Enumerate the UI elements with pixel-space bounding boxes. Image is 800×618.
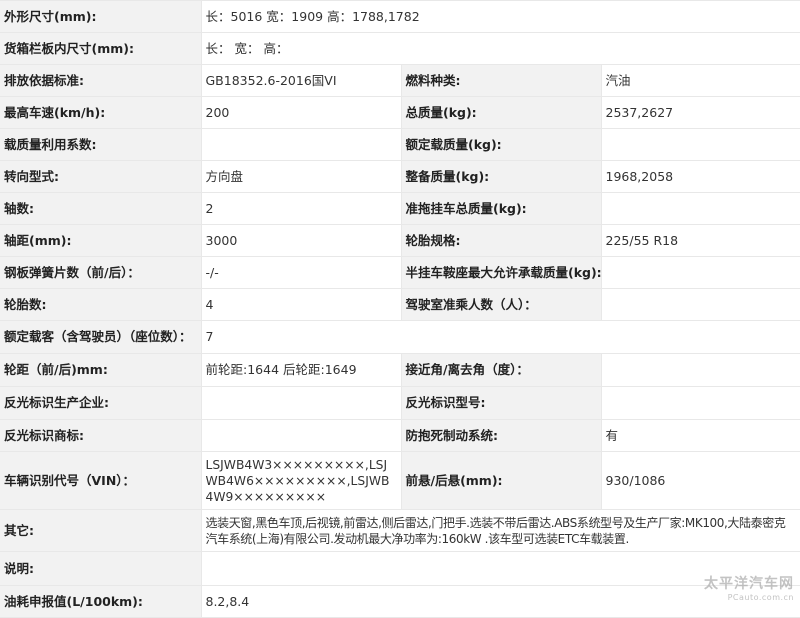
spec-label: 防抱死制动系统: bbox=[401, 419, 602, 452]
table-row: 载质量利用系数: 额定载质量(kg): bbox=[0, 128, 800, 161]
spec-label: 最高车速(km/h): bbox=[0, 96, 202, 129]
spec-value: 200 bbox=[201, 96, 402, 129]
spec-value: 8.2,8.4 bbox=[201, 585, 800, 618]
spec-value: 汽油 bbox=[601, 64, 800, 97]
vin-value: LSJWB4W3×××××××××,LSJWB4W6×××××××××,LSJW… bbox=[201, 451, 402, 510]
spec-value: 4 bbox=[201, 288, 402, 321]
spec-label: 货箱栏板内尺寸(mm): bbox=[0, 32, 202, 65]
table-row: 其它: 选装天窗,黑色车顶,后视镜,前雷达,侧后雷达,门把手.选装不带后雷达.A… bbox=[0, 509, 800, 552]
table-row: 轮距（前/后)mm: 前轮距:1644 后轮距:1649 接近角/离去角（度）： bbox=[0, 353, 800, 387]
spec-value: 长：5016 宽：1909 高：1788,1782 bbox=[201, 0, 800, 33]
spec-label: 额定载客（含驾驶员）（座位数）： bbox=[0, 320, 202, 354]
remark-value: 选装天窗,黑色车顶,后视镜,前雷达,侧后雷达,门把手.选装不带后雷达.ABS系统… bbox=[201, 509, 800, 552]
spec-label: 外形尺寸(mm): bbox=[0, 0, 202, 33]
spec-value: 3000 bbox=[201, 224, 402, 257]
spec-label: 轮距（前/后)mm: bbox=[0, 353, 202, 387]
table-row: 额定载客（含驾驶员）（座位数）： 7 bbox=[0, 320, 800, 354]
spec-label: 反光标识型号: bbox=[401, 386, 602, 420]
spec-value: 2 bbox=[201, 192, 402, 225]
spec-label: 驾驶室准乘人数（人）： bbox=[401, 288, 602, 321]
spec-label: 准拖挂车总质量(kg): bbox=[401, 192, 602, 225]
spec-value: 前轮距:1644 后轮距:1649 bbox=[201, 353, 402, 387]
spec-label: 轮胎规格: bbox=[401, 224, 602, 257]
spec-label: 车辆识别代号（VIN）： bbox=[0, 451, 202, 510]
table-row: 转向型式: 方向盘 整备质量(kg): 1968,2058 bbox=[0, 160, 800, 193]
spec-value bbox=[601, 353, 800, 387]
spec-value: 有 bbox=[601, 419, 800, 452]
spec-label: 轴数: bbox=[0, 192, 202, 225]
spec-value: -/- bbox=[201, 256, 402, 289]
spec-value: 1968,2058 bbox=[601, 160, 800, 193]
table-row: 排放依据标准: GB18352.6-2016国VI 燃料种类: 汽油 bbox=[0, 64, 800, 97]
spec-value bbox=[601, 128, 800, 161]
spec-label: 额定载质量(kg): bbox=[401, 128, 602, 161]
table-row: 最高车速(km/h): 200 总质量(kg): 2537,2627 bbox=[0, 96, 800, 129]
table-row: 说明: bbox=[0, 551, 800, 586]
spec-value bbox=[601, 386, 800, 420]
table-row: 轴数: 2 准拖挂车总质量(kg): bbox=[0, 192, 800, 225]
spec-label: 轴距(mm): bbox=[0, 224, 202, 257]
spec-value bbox=[201, 386, 402, 420]
spec-label: 转向型式: bbox=[0, 160, 202, 193]
spec-value bbox=[601, 192, 800, 225]
spec-label: 载质量利用系数: bbox=[0, 128, 202, 161]
spec-label: 接近角/离去角（度）： bbox=[401, 353, 602, 387]
table-row: 反光标识生产企业: 反光标识型号: bbox=[0, 386, 800, 420]
spec-label: 轮胎数: bbox=[0, 288, 202, 321]
table-row: 货箱栏板内尺寸(mm): 长： 宽： 高： bbox=[0, 32, 800, 65]
spec-label: 整备质量(kg): bbox=[401, 160, 602, 193]
spec-value: 930/1086 bbox=[601, 451, 800, 510]
spec-label: 说明: bbox=[0, 551, 202, 586]
spec-value: GB18352.6-2016国VI bbox=[201, 64, 402, 97]
spec-value bbox=[601, 288, 800, 321]
spec-label: 反光标识生产企业: bbox=[0, 386, 202, 420]
spec-value: 长： 宽： 高： bbox=[201, 32, 800, 65]
table-row: 轴距(mm): 3000 轮胎规格: 225/55 R18 bbox=[0, 224, 800, 257]
spec-label: 钢板弹簧片数（前/后）： bbox=[0, 256, 202, 289]
spec-value: 225/55 R18 bbox=[601, 224, 800, 257]
spec-label: 排放依据标准: bbox=[0, 64, 202, 97]
spec-label: 油耗申报值(L/100km): bbox=[0, 585, 202, 618]
table-row: 油耗申报值(L/100km): 8.2,8.4 bbox=[0, 585, 800, 618]
table-row: 轮胎数: 4 驾驶室准乘人数（人）： bbox=[0, 288, 800, 321]
spec-value bbox=[201, 128, 402, 161]
spec-value: 2537,2627 bbox=[601, 96, 800, 129]
vehicle-spec-table: 外形尺寸(mm): 长：5016 宽：1909 高：1788,1782 货箱栏板… bbox=[0, 0, 800, 618]
table-row: 外形尺寸(mm): 长：5016 宽：1909 高：1788,1782 bbox=[0, 0, 800, 33]
spec-label: 其它: bbox=[0, 509, 202, 552]
table-row: 反光标识商标: 防抱死制动系统: 有 bbox=[0, 419, 800, 452]
spec-value bbox=[201, 419, 402, 452]
spec-value bbox=[601, 256, 800, 289]
table-row: 车辆识别代号（VIN）： LSJWB4W3×××××××××,LSJWB4W6×… bbox=[0, 451, 800, 510]
spec-value: 方向盘 bbox=[201, 160, 402, 193]
spec-label: 前悬/后悬(mm): bbox=[401, 451, 602, 510]
spec-label: 燃料种类: bbox=[401, 64, 602, 97]
spec-value: 7 bbox=[201, 320, 800, 354]
spec-label: 总质量(kg): bbox=[401, 96, 602, 129]
spec-label: 反光标识商标: bbox=[0, 419, 202, 452]
table-row: 钢板弹簧片数（前/后）： -/- 半挂车鞍座最大允许承载质量(kg): bbox=[0, 256, 800, 289]
spec-value bbox=[201, 551, 800, 586]
spec-label: 半挂车鞍座最大允许承载质量(kg): bbox=[401, 256, 602, 289]
